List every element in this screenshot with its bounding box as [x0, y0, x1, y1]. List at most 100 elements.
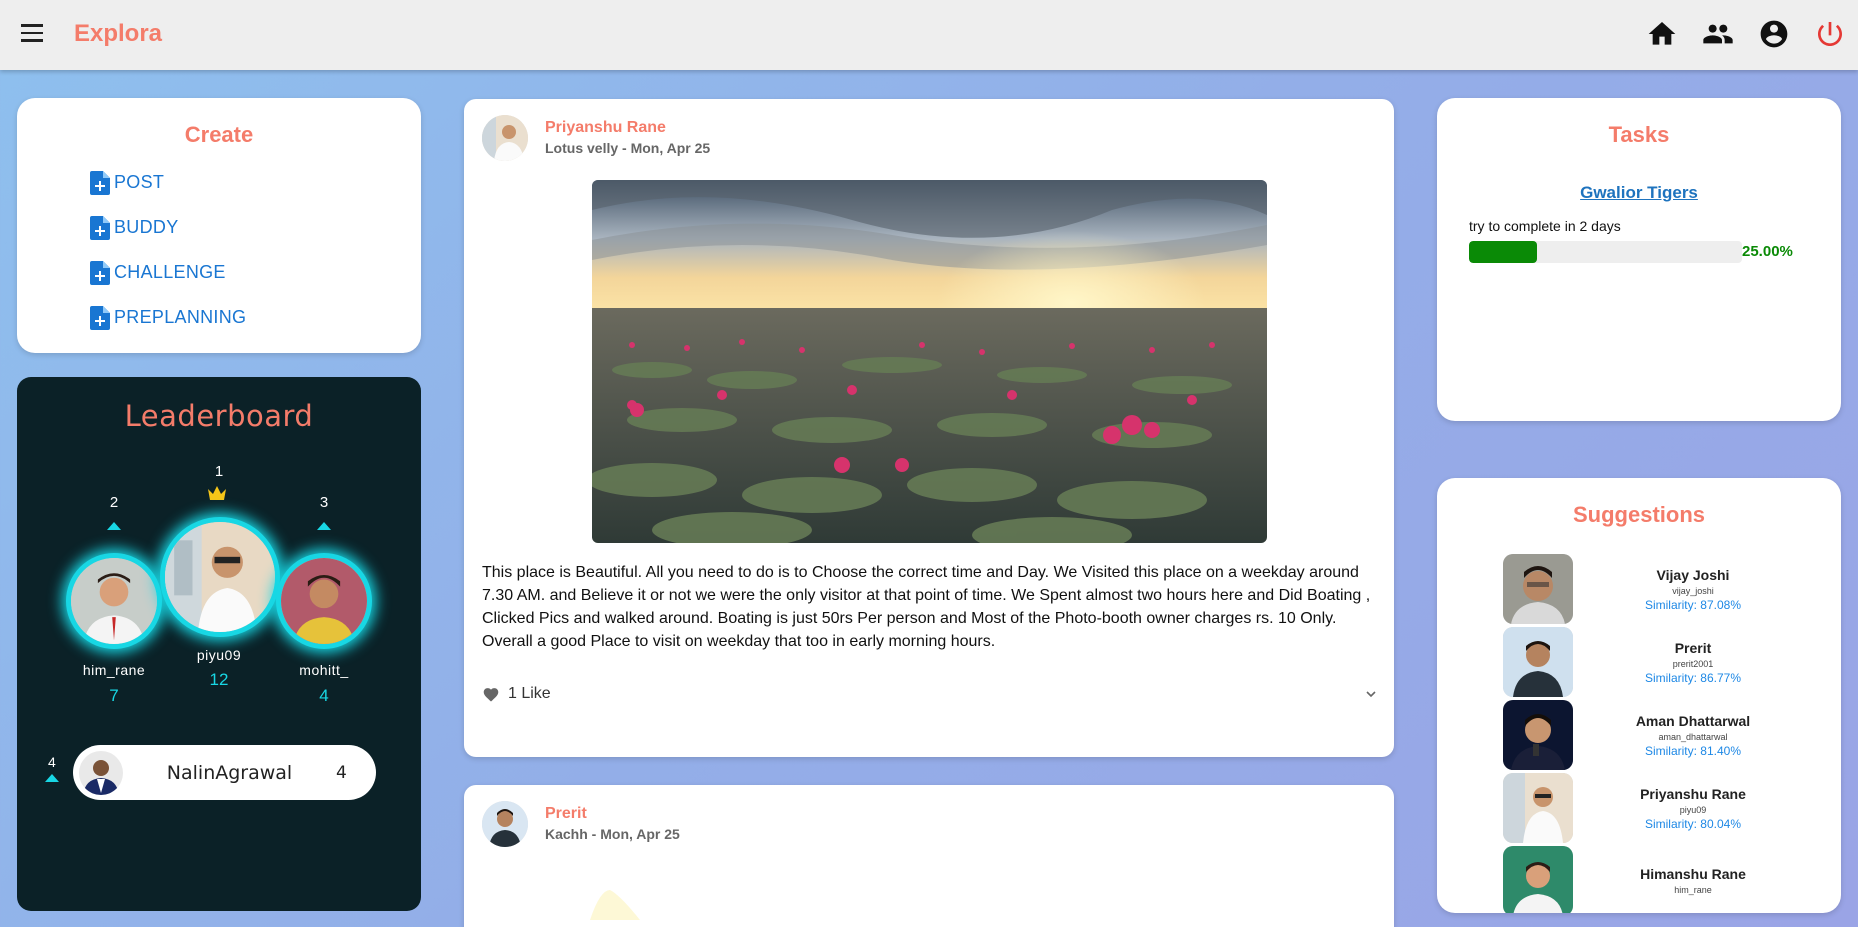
post-actions: 1 Like: [482, 685, 551, 703]
create-title: Create: [184, 122, 254, 147]
post-image: [592, 180, 1267, 543]
suggestion-similarity: Similarity: 80.04%: [1644, 816, 1742, 831]
suggestion-avatar: [1503, 773, 1573, 843]
avatar-image: [482, 115, 528, 161]
suggestion-item[interactable]: Vijay Joshi vijay_joshi Similarity: 87.0…: [1503, 554, 1803, 624]
create-preplanning-button[interactable]: PREPLANNING: [90, 295, 421, 340]
suggestion-info: Priyanshu Rane piyu09 Similarity: 80.04%: [1573, 786, 1803, 831]
people-icon[interactable]: [1702, 18, 1734, 50]
author-avatar[interactable]: [482, 115, 528, 161]
avatar-image: [1503, 627, 1573, 697]
post-author[interactable]: Priyanshu Rane: [545, 119, 710, 137]
create-item-label: CHALLENGE: [114, 262, 226, 282]
suggestion-avatar: [1503, 846, 1573, 913]
post-card: Priyanshu Rane Lotus velly - Mon, Apr 25: [464, 99, 1394, 757]
suggestion-username: him_rane: [1674, 884, 1712, 895]
suggestion-name: Vijay Joshi: [1656, 566, 1730, 583]
post-author[interactable]: Prerit: [545, 805, 680, 823]
podium-name: piyu09: [196, 647, 242, 663]
podium-rank: 2: [109, 494, 119, 511]
suggestion-item[interactable]: Himanshu Rane him_rane: [1503, 846, 1803, 913]
suggestion-item[interactable]: Aman Dhattarwal aman_dhattarwal Similari…: [1503, 700, 1803, 770]
like-count: 1 Like: [508, 685, 551, 702]
podium-rank: 1: [214, 463, 224, 480]
suggestion-name: Himanshu Rane: [1640, 865, 1746, 882]
suggestion-info: Prerit prerit2001 Similarity: 86.77%: [1573, 640, 1803, 685]
power-icon[interactable]: [1814, 18, 1846, 50]
podium-avatar[interactable]: [276, 553, 372, 649]
add-document-icon: [90, 170, 110, 195]
tasks-title: Tasks: [1608, 122, 1670, 147]
menu-icon[interactable]: [21, 24, 45, 44]
suggestion-username: aman_dhattarwal: [1658, 731, 1728, 742]
suggestions-card: Suggestions Vijay Joshi vijay_joshi Simi…: [1437, 478, 1841, 913]
post-meta: Prerit Kachh - Mon, Apr 25: [545, 805, 680, 847]
rank-up-arrow-icon: [45, 774, 59, 782]
home-icon[interactable]: [1646, 18, 1678, 50]
suggestion-avatar: [1503, 627, 1573, 697]
suggestion-username: piyu09: [1679, 804, 1707, 815]
suggestions-title: Suggestions: [1572, 502, 1705, 527]
add-document-icon: [90, 305, 110, 330]
avatar-image: [79, 750, 123, 795]
avatar: [79, 750, 123, 795]
avatar-image: [71, 558, 157, 644]
task-progress-fill: [1469, 241, 1538, 263]
podium-name: him_rane: [82, 662, 146, 678]
crown-icon: [208, 486, 226, 500]
create-item-label: BUDDY: [114, 217, 179, 237]
post-image-edge: [590, 890, 640, 920]
leaderboard-row[interactable]: NalinAgrawal 4: [73, 745, 376, 800]
suggestion-similarity: Similarity: 86.77%: [1644, 670, 1742, 685]
suggestion-similarity: Similarity: 81.40%: [1644, 743, 1742, 758]
create-post-button[interactable]: POST: [90, 160, 421, 205]
avatar-image: [1503, 846, 1573, 913]
suggestion-info: Himanshu Rane him_rane: [1573, 866, 1803, 897]
author-avatar[interactable]: [482, 801, 528, 847]
podium-score: 4: [319, 686, 329, 705]
heart-icon[interactable]: [482, 686, 500, 702]
create-item-label: POST: [114, 172, 165, 192]
podium-avatar[interactable]: [66, 553, 162, 649]
suggestion-info: Aman Dhattarwal aman_dhattarwal Similari…: [1573, 713, 1803, 758]
avatar-image: [1503, 700, 1573, 770]
avatar-image: [482, 801, 528, 847]
podium-rank: 3: [319, 494, 329, 511]
create-buddy-button[interactable]: BUDDY: [90, 205, 421, 250]
suggestion-name: Aman Dhattarwal: [1635, 712, 1751, 729]
suggestion-username: vijay_joshi: [1672, 585, 1714, 596]
task-progress-label: 25.00%: [1742, 243, 1793, 260]
avatar-image: [165, 522, 275, 632]
avatar-image: [281, 558, 367, 644]
post-header: Prerit Kachh - Mon, Apr 25: [482, 801, 680, 847]
create-list: POST BUDDY CHALLENGE PREPLANNING: [17, 160, 421, 340]
tasks-card: Tasks Gwalior Tigers try to complete in …: [1437, 98, 1841, 421]
suggestion-info: Vijay Joshi vijay_joshi Similarity: 87.0…: [1573, 567, 1803, 612]
add-document-icon: [90, 215, 110, 240]
create-item-label: PREPLANNING: [114, 307, 247, 327]
podium-avatar[interactable]: [160, 517, 280, 637]
task-progress-bar: [1469, 241, 1742, 263]
suggestion-avatar: [1503, 700, 1573, 770]
app-brand[interactable]: Explora: [74, 20, 162, 48]
post-location-date: Lotus velly - Mon, Apr 25: [545, 140, 711, 156]
create-challenge-button[interactable]: CHALLENGE: [90, 250, 421, 295]
leaderboard-title: Leaderboard: [124, 399, 314, 433]
podium-score: 12: [209, 670, 229, 689]
leaderboard-score: 4: [336, 762, 347, 783]
suggestion-name: Prerit: [1674, 639, 1712, 656]
suggestion-name: Priyanshu Rane: [1640, 785, 1746, 802]
task-name-link[interactable]: Gwalior Tigers: [1437, 183, 1841, 203]
rank-up-arrow-icon: [107, 522, 121, 530]
suggestion-item[interactable]: Priyanshu Rane piyu09 Similarity: 80.04%: [1503, 773, 1803, 843]
chevron-down-icon[interactable]: [1364, 687, 1378, 701]
leaderboard-card: Leaderboard 2 him_rane 7 1 piyu09 12 3 m…: [17, 377, 421, 911]
account-circle-icon[interactable]: [1758, 18, 1790, 50]
add-document-icon: [90, 260, 110, 285]
top-app-bar: Explora: [0, 0, 1858, 70]
post-location-date: Kachh - Mon, Apr 25: [545, 826, 680, 842]
podium-score: 7: [109, 686, 119, 705]
post-card: Prerit Kachh - Mon, Apr 25: [464, 785, 1394, 927]
task-description: try to complete in 2 days: [1469, 218, 1621, 234]
suggestion-item[interactable]: Prerit prerit2001 Similarity: 86.77%: [1503, 627, 1803, 697]
